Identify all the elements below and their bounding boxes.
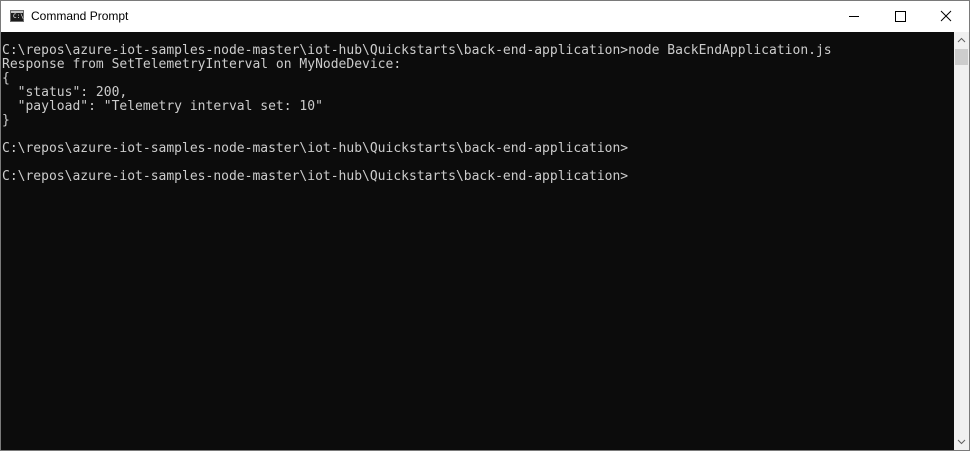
console-line-payload: "payload": "Telemetry interval set: 10" bbox=[2, 99, 323, 114]
console-line-prompt: C:\repos\azure-iot-samples-node-master\i… bbox=[2, 141, 629, 156]
close-button[interactable] bbox=[923, 1, 969, 32]
console-line-open-brace: { bbox=[2, 71, 10, 86]
maximize-icon bbox=[895, 11, 906, 22]
console-line-close-brace: } bbox=[2, 113, 10, 128]
cmd-icon-glyph: C:\. bbox=[13, 13, 28, 20]
title-bar[interactable]: C:\. Command Prompt bbox=[1, 1, 969, 32]
console-output[interactable]: C:\repos\azure-iot-samples-node-master\i… bbox=[1, 32, 954, 450]
scroll-down-button[interactable] bbox=[954, 434, 969, 450]
scrollbar-thumb[interactable] bbox=[955, 49, 968, 65]
maximize-button[interactable] bbox=[877, 1, 923, 32]
command-prompt-window: C:\. Command Prompt C:\repos\azure-iot-s… bbox=[0, 0, 970, 451]
console-line-prompt-current: C:\repos\azure-iot-samples-node-master\i… bbox=[2, 169, 629, 184]
console-line-response: Response from SetTelemetryInterval on My… bbox=[2, 57, 402, 72]
cmd-icon[interactable]: C:\. bbox=[10, 10, 28, 22]
console-line-command: C:\repos\azure-iot-samples-node-master\i… bbox=[2, 43, 832, 58]
scroll-up-button[interactable] bbox=[954, 32, 969, 48]
window-title: Command Prompt bbox=[31, 9, 129, 23]
minimize-icon bbox=[849, 16, 859, 17]
minimize-button[interactable] bbox=[831, 1, 877, 32]
vertical-scrollbar[interactable] bbox=[954, 32, 969, 450]
console-line-status: "status": 200, bbox=[2, 85, 128, 100]
close-icon bbox=[940, 10, 952, 22]
scroll-down-arrow-icon bbox=[957, 439, 966, 445]
scroll-up-arrow-icon bbox=[957, 37, 966, 43]
